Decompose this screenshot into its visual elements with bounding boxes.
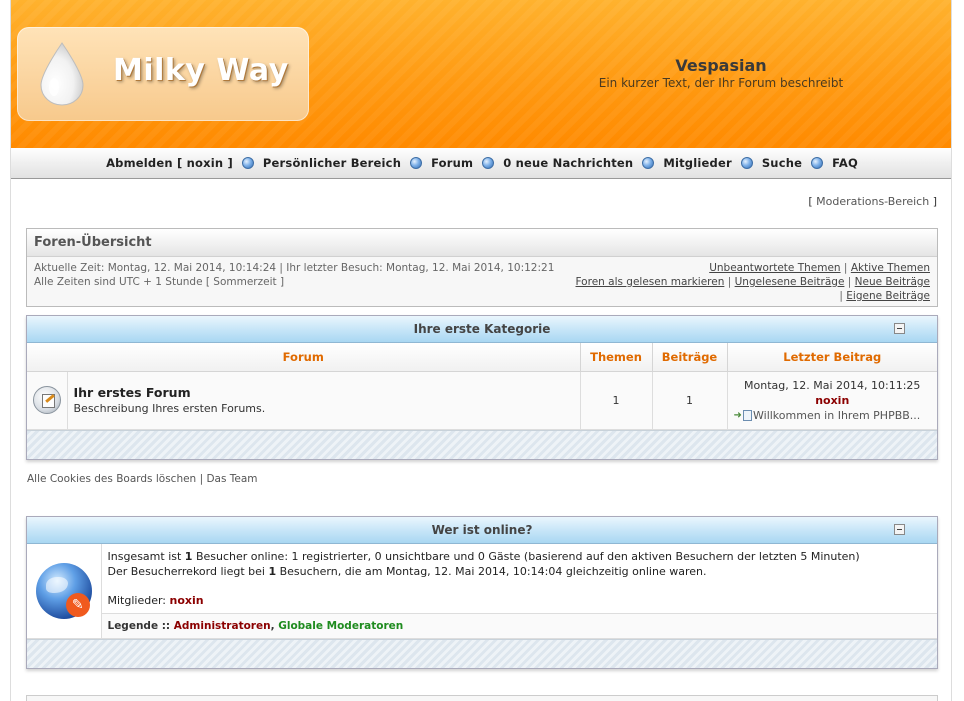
- legend-cell: Legende :: Administratoren, Globale Mode…: [101, 613, 937, 639]
- own-posts-link[interactable]: Eigene Beiträge: [846, 290, 930, 302]
- forum-topics-count: 1: [580, 371, 653, 430]
- globe-icon: [35, 562, 92, 619]
- forum-info-cell: Ihr erstes Forum Beschreibung Ihres erst…: [67, 371, 581, 430]
- online-members-line: Mitglieder: noxin: [108, 593, 932, 608]
- unanswered-topics-link[interactable]: Unbeantwortete Themen: [709, 262, 840, 274]
- bullet-icon: [410, 157, 423, 169]
- forum-name-link[interactable]: Ihr erstes Forum: [74, 385, 580, 400]
- last-post-date: Montag, 12. Mai 2014, 10:11:25: [744, 378, 921, 392]
- nav-logout[interactable]: Abmelden [ noxin ]: [106, 156, 233, 170]
- column-header-posts: Beiträge: [652, 343, 728, 372]
- last-post-user-link[interactable]: noxin: [728, 393, 938, 408]
- forum-row: Ihr erstes Forum Beschreibung Ihres erst…: [27, 371, 938, 430]
- site-logo[interactable]: Milky Way: [17, 27, 309, 121]
- collapse-icon[interactable]: [894, 524, 905, 535]
- bracket-close: ]: [932, 195, 937, 208]
- nav-faq[interactable]: FAQ: [832, 156, 858, 170]
- bullet-icon: [740, 157, 753, 169]
- forum-read-icon: [32, 386, 61, 414]
- timezone-text: Alle Zeiten sind UTC + 1 Stunde [ Sommer…: [34, 276, 285, 288]
- mark-forums-read-link[interactable]: Foren als gelesen markieren: [576, 276, 725, 288]
- online-icon-cell: [27, 544, 102, 639]
- main-navigation: Abmelden [ noxin ] Persönlicher Bereich …: [11, 148, 951, 179]
- members-label: Mitglieder:: [107, 593, 170, 607]
- site-name: Vespasian: [675, 56, 767, 75]
- legend-global-moderators-link[interactable]: Globale Moderatoren: [278, 620, 403, 632]
- moderation-panel-link-line: [ Moderations-Bereich ]: [808, 195, 937, 208]
- online-title[interactable]: Wer ist online?: [432, 523, 533, 537]
- goto-post-icon[interactable]: [734, 408, 752, 423]
- site-info: Vespasian Ein kurzer Text, der Ihr Forum…: [571, 56, 871, 90]
- legend-administrators-link[interactable]: Administratoren: [174, 620, 271, 632]
- bullet-icon: [642, 157, 655, 169]
- online-total-suffix: Besucher online: 1 registrierter, 0 unsi…: [192, 549, 860, 563]
- column-header-forum: Forum: [27, 343, 581, 372]
- overview-title[interactable]: Foren-Übersicht: [27, 229, 937, 257]
- category-header: Ihre erste Kategorie: [27, 316, 937, 343]
- last-post-topic-link[interactable]: Willkommen in Ihrem PHPBB...: [753, 409, 920, 422]
- online-record-suffix: Besuchern, die am Montag, 12. Mai 2014, …: [276, 564, 707, 578]
- online-total-line: Insgesamt ist 1 Besucher online: 1 regis…: [108, 549, 932, 564]
- page: Milky Way Vespasian Ein kurzer Text, der…: [10, 0, 952, 701]
- overview-body: Aktuelle Zeit: Montag, 12. Mai 2014, 10:…: [27, 257, 937, 307]
- online-record-prefix: Der Besucherrekord liegt bei: [107, 564, 269, 578]
- forum-posts-count: 1: [652, 371, 728, 430]
- nav-search[interactable]: Suche: [762, 156, 802, 170]
- new-posts-link[interactable]: Neue Beiträge: [855, 276, 930, 288]
- site-header: Milky Way Vespasian Ein kurzer Text, der…: [11, 0, 951, 148]
- droplet-icon: [40, 42, 84, 106]
- online-member-link[interactable]: noxin: [170, 594, 204, 607]
- bullet-icon: [241, 157, 254, 169]
- online-footer: [27, 638, 937, 668]
- online-record-line: Der Besucherrekord liegt bei 1 Besuchern…: [108, 564, 932, 579]
- bracket-open: [: [808, 195, 813, 208]
- forum-table-header: Forum Themen Beiträge Letzter Beitrag: [27, 343, 937, 372]
- current-time-text: Aktuelle Zeit: Montag, 12. Mai 2014, 10:…: [34, 262, 555, 274]
- time-info: Aktuelle Zeit: Montag, 12. Mai 2014, 10:…: [34, 261, 554, 289]
- online-header: Wer ist online?: [27, 517, 937, 544]
- forum-icon-cell: [27, 371, 68, 430]
- forum-overview-panel: Foren-Übersicht Aktuelle Zeit: Montag, 1…: [26, 228, 938, 307]
- who-is-online-box: Wer ist online? Insgesamt ist 1 Besucher…: [26, 516, 938, 669]
- online-table: Insgesamt ist 1 Besucher online: 1 regis…: [27, 544, 937, 639]
- last-post-topic-line: Willkommen in Ihrem PHPBB...: [728, 408, 938, 423]
- last-post-cell: Montag, 12. Mai 2014, 10:11:25 noxin Wil…: [727, 371, 938, 430]
- column-header-topics: Themen: [580, 343, 653, 372]
- legend-label: Legende ::: [107, 620, 174, 632]
- next-panel-edge: [26, 695, 938, 701]
- online-record-count: 1: [268, 564, 277, 578]
- forum-table: Forum Themen Beiträge Letzter Beitrag Ih…: [27, 343, 937, 430]
- category-title[interactable]: Ihre erste Kategorie: [414, 322, 551, 336]
- separator: |: [843, 262, 848, 274]
- nav-user-control-panel[interactable]: Persönlicher Bereich: [263, 156, 401, 170]
- category-footer: [27, 429, 937, 459]
- legend-row: Legende :: Administratoren, Globale Mode…: [27, 613, 937, 639]
- site-description: Ein kurzer Text, der Ihr Forum beschreib…: [598, 76, 844, 90]
- separator: |: [727, 276, 732, 288]
- moderation-panel-link[interactable]: Moderations-Bereich: [816, 195, 929, 208]
- column-header-last-post: Letzter Beitrag: [727, 343, 937, 372]
- online-stats-cell: Insgesamt ist 1 Besucher online: 1 regis…: [101, 544, 937, 614]
- bullet-icon: [482, 157, 495, 169]
- quick-links: Unbeantwortete Themen | Aktive Themen Fo…: [576, 261, 930, 303]
- separator: |: [199, 473, 204, 485]
- nav-members[interactable]: Mitglieder: [663, 156, 732, 170]
- category-box: Ihre erste Kategorie Forum Themen Beiträ…: [26, 315, 938, 460]
- online-total-prefix: Insgesamt ist: [107, 549, 185, 563]
- unread-posts-link[interactable]: Ungelesene Beiträge: [735, 276, 845, 288]
- separator: |: [847, 276, 852, 288]
- forum-description: Beschreibung Ihres ersten Forums.: [73, 402, 266, 415]
- active-topics-link[interactable]: Aktive Themen: [851, 262, 930, 274]
- nav-forum[interactable]: Forum: [431, 156, 473, 170]
- collapse-icon[interactable]: [894, 323, 905, 334]
- online-stats-row: Insgesamt ist 1 Besucher online: 1 regis…: [27, 544, 937, 639]
- delete-cookies-link[interactable]: Alle Cookies des Boards löschen: [27, 473, 196, 485]
- board-footer-links: Alle Cookies des Boards löschen | Das Te…: [27, 473, 258, 485]
- nav-private-messages[interactable]: 0 neue Nachrichten: [503, 156, 633, 170]
- team-link[interactable]: Das Team: [206, 473, 257, 485]
- bullet-icon: [811, 157, 824, 169]
- logo-text: Milky Way: [113, 53, 289, 88]
- separator: |: [839, 290, 843, 302]
